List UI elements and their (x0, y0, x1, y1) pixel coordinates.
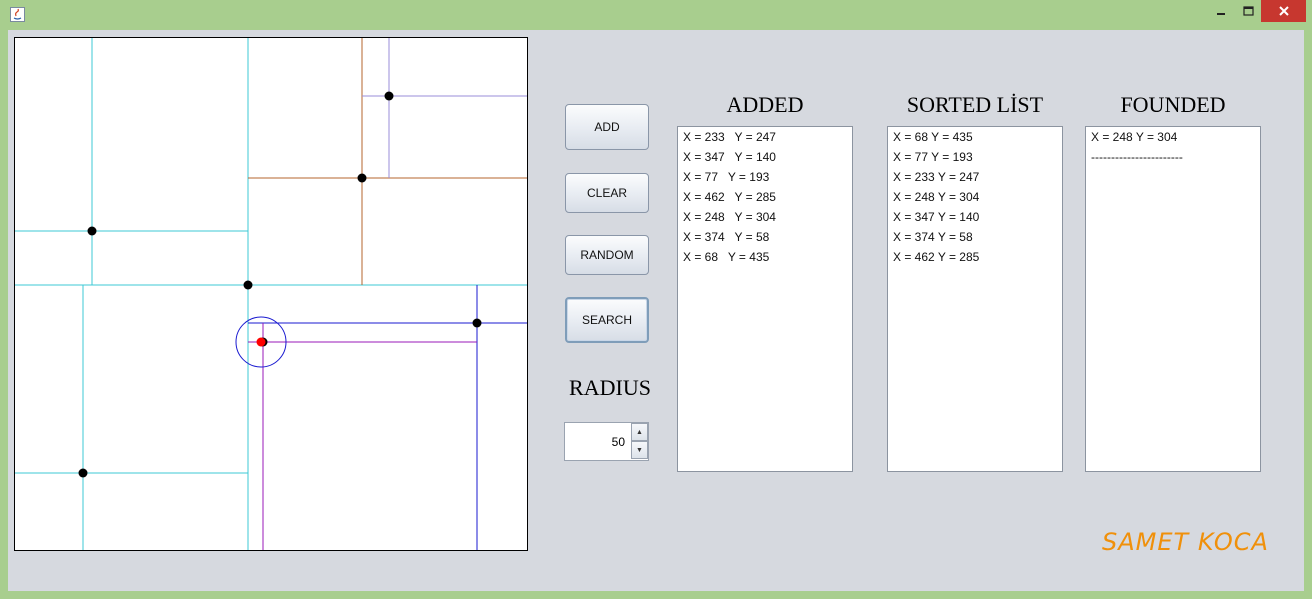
data-point (384, 91, 394, 101)
add-button[interactable]: ADD (565, 104, 649, 150)
list-item[interactable]: X = 233 Y = 247 (893, 170, 1057, 190)
list-item[interactable]: X = 374 Y = 58 (683, 230, 847, 250)
list-item[interactable]: X = 233 Y = 247 (683, 130, 847, 150)
list-item[interactable]: X = 248 Y = 304 (683, 210, 847, 230)
data-point (78, 468, 88, 478)
list-item[interactable]: X = 248 Y = 304 (1091, 130, 1255, 150)
radius-label: RADIUS (569, 375, 651, 400)
list-item[interactable]: X = 68 Y = 435 (683, 250, 847, 270)
list-item[interactable]: X = 248 Y = 304 (893, 190, 1057, 210)
query-point (256, 337, 266, 347)
minimize-button[interactable] (1207, 0, 1235, 22)
list-item[interactable]: X = 374 Y = 58 (893, 230, 1057, 250)
data-point (87, 226, 97, 236)
data-point (472, 318, 482, 328)
list-item[interactable]: X = 68 Y = 435 (893, 130, 1057, 150)
maximize-icon (1242, 6, 1254, 16)
sorted-list[interactable]: X = 68 Y = 435 X = 77 Y = 193 X = 233 Y … (887, 126, 1063, 472)
main-panel: ADD CLEAR RANDOM SEARCH RADIUS ▲ ▼ ADDED… (8, 30, 1304, 591)
author-signature: SAMET KOCA (1102, 528, 1269, 556)
arrow-down-icon: ▼ (636, 446, 643, 454)
close-icon (1278, 6, 1289, 16)
random-button[interactable]: RANDOM (565, 235, 649, 275)
maximize-button[interactable] (1235, 0, 1261, 22)
list-item[interactable]: X = 462 Y = 285 (893, 250, 1057, 270)
kd-tree-drawing (15, 38, 527, 550)
list-item[interactable]: X = 462 Y = 285 (683, 190, 847, 210)
radius-spinner[interactable]: ▲ ▼ (564, 422, 649, 461)
java-app-icon (10, 7, 25, 22)
spin-up-button[interactable]: ▲ (631, 423, 648, 441)
sorted-list-title: SORTED LİST (906, 92, 1044, 117)
title-bar (0, 0, 1312, 30)
spin-down-button[interactable]: ▼ (631, 441, 648, 459)
data-point (243, 280, 253, 290)
clear-button[interactable]: CLEAR (565, 173, 649, 213)
close-button[interactable] (1261, 0, 1306, 22)
minimize-icon (1217, 13, 1225, 15)
list-item[interactable]: X = 77 Y = 193 (683, 170, 847, 190)
radius-input[interactable] (565, 423, 629, 460)
added-title: ADDED (726, 92, 804, 117)
founded-list[interactable]: X = 248 Y = 304 ----------------------- (1085, 126, 1261, 472)
search-button[interactable]: SEARCH (565, 297, 649, 343)
list-separator: ----------------------- (1091, 150, 1183, 164)
list-item[interactable]: X = 347 Y = 140 (683, 150, 847, 170)
arrow-up-icon: ▲ (636, 428, 643, 436)
added-list[interactable]: X = 233 Y = 247 X = 347 Y = 140 X = 77 Y… (677, 126, 853, 472)
list-item[interactable]: X = 347 Y = 140 (893, 210, 1057, 230)
founded-title: FOUNDED (1120, 92, 1226, 117)
data-point (357, 173, 367, 183)
kd-tree-canvas[interactable] (14, 37, 528, 551)
list-item[interactable]: X = 77 Y = 193 (893, 150, 1057, 170)
